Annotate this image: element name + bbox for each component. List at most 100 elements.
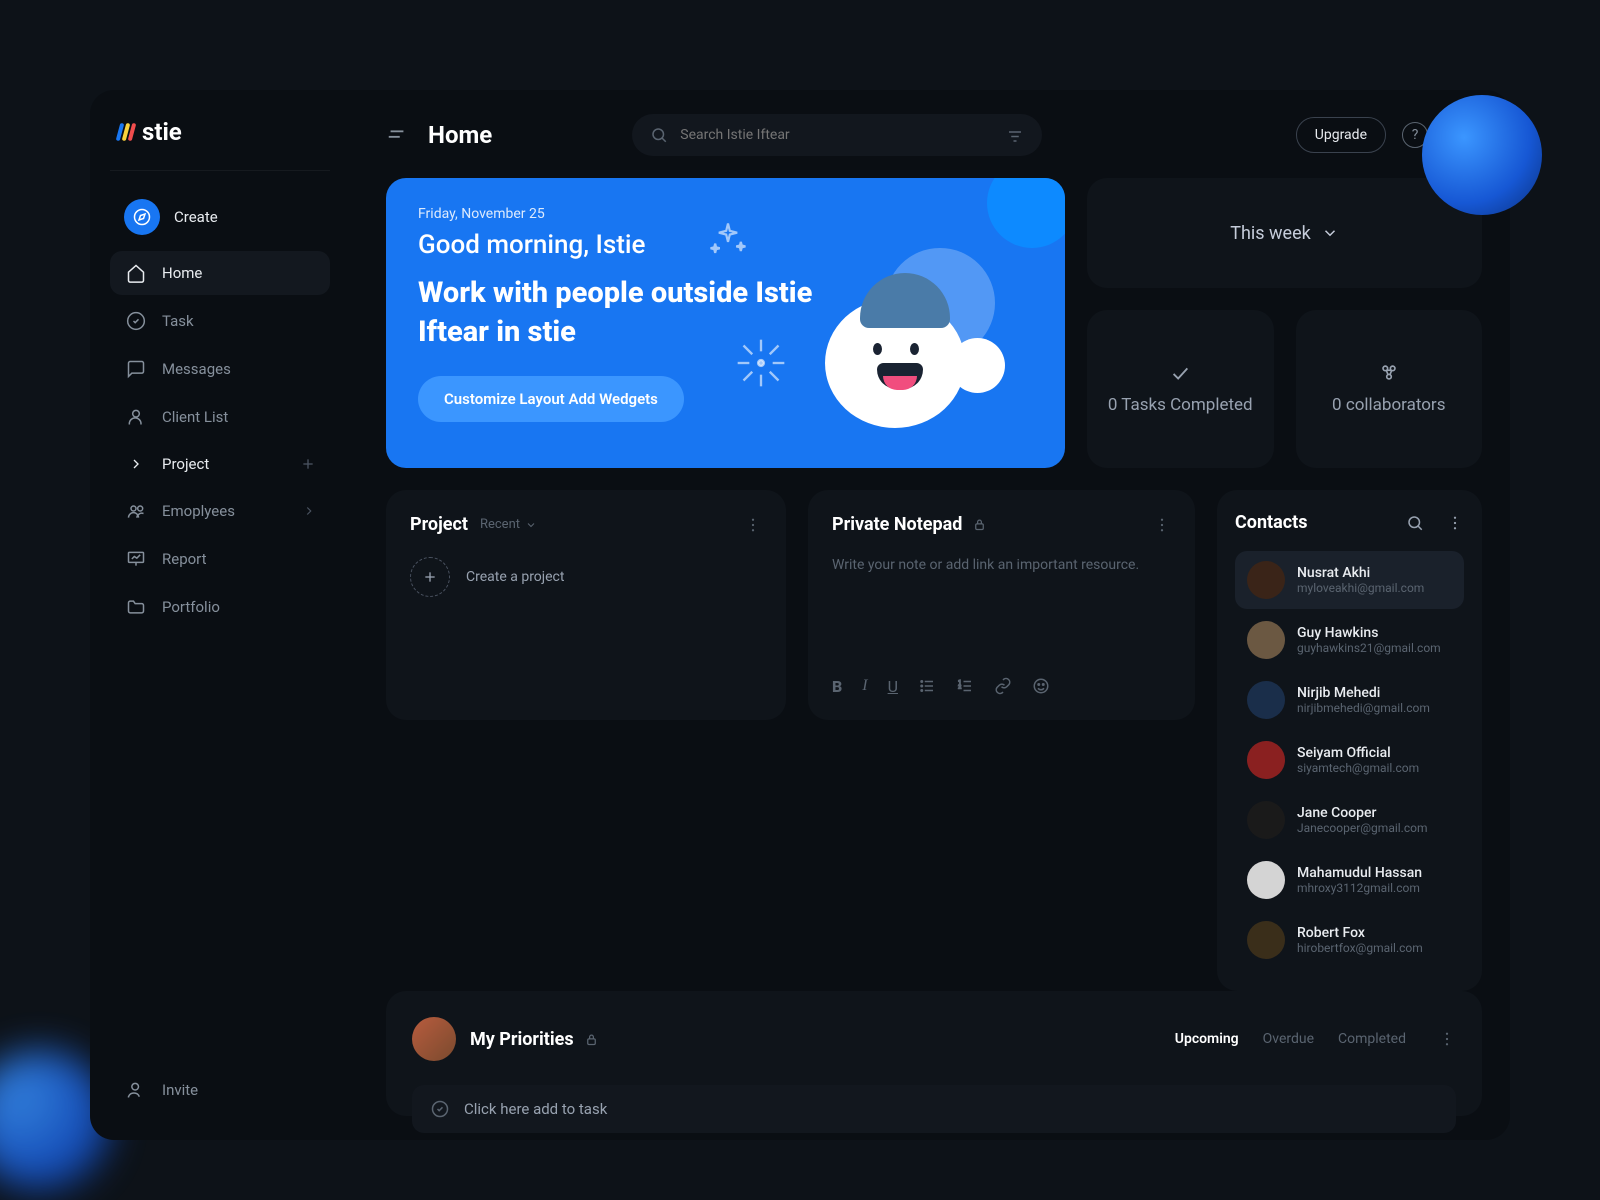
contact-email: guyhawkins21@gmail.com	[1297, 641, 1441, 655]
contacts-card: Contacts Nusrat Akhimyloveakhi@gmail.com…	[1217, 490, 1482, 991]
plus-icon[interactable]	[300, 456, 316, 472]
notepad-card: Private Notepad Write your note or add l…	[808, 490, 1195, 720]
brand-logo[interactable]: stie	[110, 118, 330, 171]
avatar	[1247, 621, 1285, 659]
stat-value: 0	[1332, 395, 1342, 415]
stat-collaborators: 0 collaborators	[1296, 310, 1483, 468]
invite-label: Invite	[162, 1081, 198, 1099]
contact-item[interactable]: Nusrat Akhimyloveakhi@gmail.com	[1235, 551, 1464, 609]
filter-icon[interactable]	[1006, 126, 1024, 144]
row-cards: Project Recent Create a project Private …	[386, 490, 1482, 991]
nav-label: Task	[162, 312, 194, 330]
sidebar-nav: Create Home Task Messages Client List Pr…	[110, 187, 330, 629]
add-task-row[interactable]: Click here add to task	[412, 1085, 1456, 1133]
card-header: Project Recent	[410, 514, 762, 535]
create-project-label: Create a project	[466, 569, 564, 585]
contact-item[interactable]: Mahamudul Hassanmhroxy3112gmail.com	[1235, 851, 1464, 909]
card-header: Private Notepad	[832, 514, 1171, 535]
search-icon	[650, 126, 668, 144]
users-icon	[124, 501, 148, 521]
invite-button[interactable]: Invite	[110, 1068, 330, 1112]
card-title: Project	[410, 514, 468, 535]
search-icon[interactable]	[1406, 514, 1424, 532]
nav-employees[interactable]: Emoplyees	[110, 489, 330, 533]
page-title: Home	[428, 121, 492, 149]
emoji-icon[interactable]	[1032, 677, 1050, 696]
contact-email: hirobertfox@gmail.com	[1297, 941, 1423, 955]
card-header: Contacts	[1235, 512, 1464, 533]
nav-label: Emoplyees	[162, 502, 235, 520]
contact-item[interactable]: Seiyam Officialsiyamtech@gmail.com	[1235, 731, 1464, 789]
avatar	[412, 1017, 456, 1061]
compass-icon	[124, 199, 160, 235]
project-filter[interactable]: Recent	[480, 517, 537, 532]
more-icon[interactable]	[744, 516, 762, 534]
create-button[interactable]: Create	[110, 187, 330, 247]
tab-upcoming[interactable]: Upcoming	[1175, 1031, 1239, 1047]
contact-email: Janecooper@gmail.com	[1297, 821, 1428, 835]
contact-name: Robert Fox	[1297, 925, 1423, 941]
link-icon[interactable]	[994, 677, 1012, 696]
collaborators-icon	[1378, 362, 1400, 384]
priorities-card: My Priorities Upcoming Overdue Completed…	[386, 991, 1482, 1116]
brand-name: stie	[142, 118, 182, 146]
nav-task[interactable]: Task	[110, 299, 330, 343]
svg-text:2: 2	[958, 684, 961, 690]
card-header: My Priorities Upcoming Overdue Completed	[412, 1017, 1456, 1061]
contact-item[interactable]: Nirjib Mehedinirjibmehedi@gmail.com	[1235, 671, 1464, 729]
project-card: Project Recent Create a project	[386, 490, 786, 720]
nav-label: Portfolio	[162, 598, 220, 616]
create-label: Create	[174, 208, 218, 226]
chevron-down-icon	[1321, 224, 1339, 242]
contact-name: Mahamudul Hassan	[1297, 865, 1422, 881]
nav-project[interactable]: Project	[110, 443, 330, 485]
contact-item[interactable]: Guy Hawkinsguyhawkins21@gmail.com	[1235, 611, 1464, 669]
avatar	[1247, 561, 1285, 599]
nav-home[interactable]: Home	[110, 251, 330, 295]
customize-layout-button[interactable]: Customize Layout Add Wedgets	[418, 376, 684, 422]
search-input[interactable]	[680, 127, 994, 143]
check-circle-icon	[430, 1099, 450, 1119]
card-title: My Priorities	[470, 1029, 599, 1050]
contact-email: myloveakhi@gmail.com	[1297, 581, 1424, 595]
nav-clients[interactable]: Client List	[110, 395, 330, 439]
more-icon[interactable]	[1153, 516, 1171, 534]
folder-icon	[124, 597, 148, 617]
stats-column: This week 0 Tasks Completed 0 collaborat…	[1087, 178, 1482, 468]
search-box[interactable]	[632, 114, 1042, 156]
nav-label: Project	[162, 455, 209, 473]
menu-icon[interactable]	[386, 124, 408, 146]
nav-messages[interactable]: Messages	[110, 347, 330, 391]
numbered-list-icon[interactable]: 12	[956, 677, 974, 696]
underline-icon[interactable]: U	[888, 677, 898, 696]
tab-overdue[interactable]: Overdue	[1263, 1031, 1314, 1047]
user-plus-icon	[124, 1080, 148, 1100]
priority-tabs: Upcoming Overdue Completed	[1175, 1030, 1456, 1048]
logo-mark-icon	[118, 123, 134, 141]
hero-banner: Friday, November 25 Good morning, Istie …	[386, 178, 1065, 468]
nav-portfolio[interactable]: Portfolio	[110, 585, 330, 629]
contact-item[interactable]: Robert Foxhirobertfox@gmail.com	[1235, 911, 1464, 969]
presentation-icon	[124, 549, 148, 569]
note-toolbar: B I U 12	[832, 665, 1171, 696]
nav-report[interactable]: Report	[110, 537, 330, 581]
more-icon[interactable]	[1438, 1030, 1456, 1048]
bold-icon[interactable]: B	[832, 677, 842, 696]
chevron-right-icon	[124, 456, 148, 472]
bullet-list-icon[interactable]	[918, 677, 936, 696]
upgrade-button[interactable]: Upgrade	[1296, 117, 1386, 153]
lock-icon	[584, 1032, 599, 1047]
main-content: Home Upgrade ? Friday, November 25 Good …	[350, 90, 1510, 1140]
week-selector[interactable]: This week	[1087, 178, 1482, 288]
sidebar: stie Create Home Task Messages Client Li…	[90, 90, 350, 1140]
tab-completed[interactable]: Completed	[1338, 1031, 1406, 1047]
message-icon	[124, 359, 148, 379]
more-icon[interactable]	[1446, 514, 1464, 532]
italic-icon[interactable]: I	[862, 677, 867, 696]
card-title: Contacts	[1235, 512, 1307, 533]
avatar	[1247, 921, 1285, 959]
notepad-textarea[interactable]: Write your note or add link an important…	[832, 557, 1171, 665]
contact-item[interactable]: Jane CooperJanecooper@gmail.com	[1235, 791, 1464, 849]
create-project-button[interactable]: Create a project	[410, 557, 762, 597]
check-circle-icon	[124, 311, 148, 331]
